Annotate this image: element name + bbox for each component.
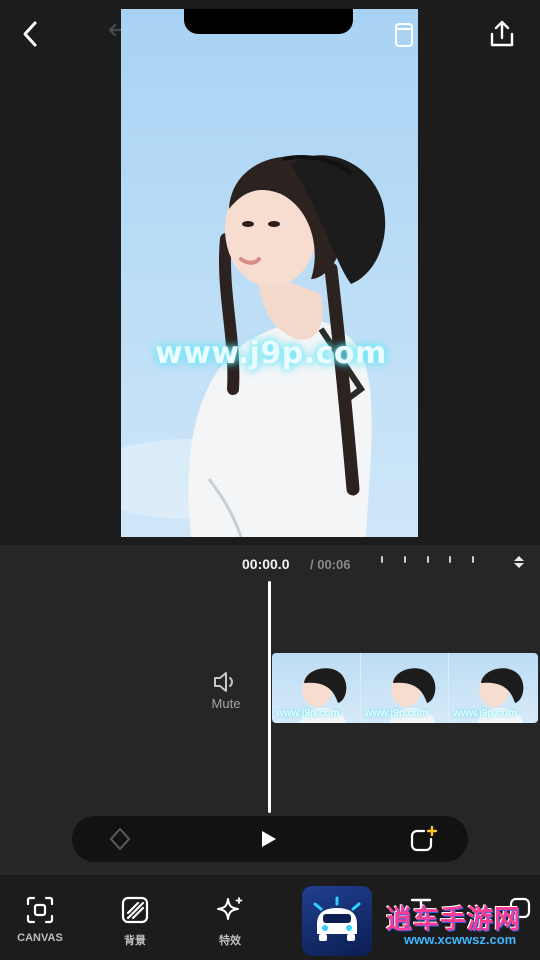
tool-label: 背景	[124, 935, 146, 947]
keyframe-diamond-icon	[110, 828, 130, 850]
thumbnail-watermark: www.j9p.com	[276, 708, 340, 719]
mute-label: Mute	[211, 696, 241, 711]
back-button[interactable]	[14, 18, 46, 50]
clip-thumbnail: www.j9p.com	[449, 653, 538, 723]
clip-thumbnail: www.j9p.com	[360, 653, 450, 723]
timeline-tick	[404, 556, 406, 563]
sparkle-icon	[217, 897, 243, 920]
bottom-toolbar: CANVAS 背景 特效 逍车手游网 www.xcwwsz.com	[0, 875, 540, 960]
site-logo-badge	[302, 886, 372, 956]
video-clip-track[interactable]: www.j9p.com www.j9p.com www.j9p.com	[272, 653, 538, 723]
add-media-icon	[410, 825, 438, 852]
device-notch	[184, 9, 353, 34]
playhead[interactable]	[268, 581, 271, 813]
timeline-tick	[449, 556, 451, 563]
preview-area: www.j9p.com	[0, 0, 540, 545]
thumbnail-watermark: www.j9p.com	[364, 708, 429, 719]
timeline-panel: 00:00.0 / 00:06 Mute www.j9p.com www.j9p…	[0, 545, 540, 875]
play-icon	[262, 831, 276, 847]
total-duration: / 00:06	[310, 557, 351, 572]
chevron-left-icon	[23, 21, 37, 47]
clip-thumbnail: www.j9p.com	[272, 653, 361, 723]
export-button[interactable]	[484, 16, 520, 52]
timeline-tick	[427, 556, 429, 563]
share-icon	[490, 20, 514, 47]
video-preview[interactable]: www.j9p.com	[121, 9, 418, 537]
preview-watermark: www.j9p.com	[155, 336, 387, 371]
site-watermark: 逍车手游网 www.xcwwsz.com	[386, 899, 536, 959]
tool-label: CANVAS	[17, 932, 63, 944]
timeline-tick	[472, 556, 474, 563]
site-watermark-url: www.xcwwsz.com	[404, 932, 517, 947]
timeline-tick	[381, 556, 383, 563]
car-logo-icon	[313, 896, 361, 941]
add-clip-button[interactable]	[406, 823, 440, 855]
canvas-icon	[26, 896, 54, 924]
tool-label: 特效	[219, 935, 241, 947]
expand-collapse-icon	[514, 556, 524, 568]
tool-background[interactable]: 背景	[95, 895, 175, 948]
mute-button[interactable]: Mute	[205, 670, 247, 711]
speaker-icon	[214, 672, 233, 692]
thumbnail-watermark: www.j9p.com	[453, 708, 517, 719]
play-button[interactable]	[256, 827, 282, 851]
tool-effects[interactable]: 特效	[190, 895, 270, 948]
collapse-timeline-button[interactable]	[508, 551, 530, 573]
portrait-image	[121, 155, 386, 537]
current-timecode: 00:00.0	[242, 556, 290, 572]
phone-frame-icon	[395, 23, 413, 47]
background-icon	[121, 896, 149, 924]
aspect-button[interactable]	[392, 20, 416, 50]
playback-controls	[72, 816, 468, 862]
site-watermark-title: 逍车手游网	[386, 905, 522, 935]
keyframe-button[interactable]	[108, 827, 132, 851]
tool-canvas[interactable]: CANVAS	[0, 895, 80, 944]
